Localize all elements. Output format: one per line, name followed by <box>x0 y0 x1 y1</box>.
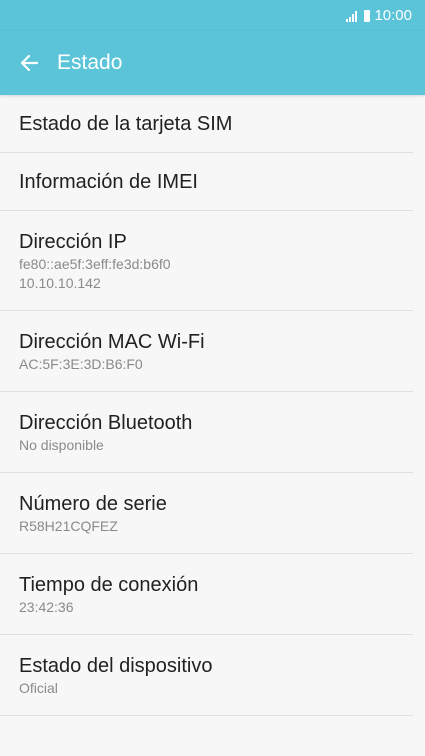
signal-icon <box>346 10 358 22</box>
item-value: fe80::ae5f:3eff:fe3d:b6f0 <box>19 255 171 272</box>
list-item-sim-status[interactable]: Estado de la tarjeta SIM <box>0 95 413 153</box>
item-value: Oficial <box>19 679 58 696</box>
item-value: R58H21CQFEZ <box>19 517 118 534</box>
back-button[interactable] <box>18 52 40 74</box>
item-title: Estado de la tarjeta SIM <box>19 112 233 135</box>
item-value: No disponible <box>19 436 104 453</box>
item-title: Estado del dispositivo <box>19 654 213 677</box>
status-icons <box>346 9 371 22</box>
status-list: Estado de la tarjeta SIM Información de … <box>0 95 425 716</box>
item-title: Dirección IP <box>19 230 127 253</box>
item-value: AC:5F:3E:3D:B6:F0 <box>19 355 143 372</box>
status-time: 10:00 <box>374 7 412 24</box>
list-item-imei-info[interactable]: Información de IMEI <box>0 153 413 211</box>
page-title: Estado <box>57 51 123 74</box>
list-item-device-status[interactable]: Estado del dispositivo Oficial <box>0 635 413 716</box>
list-item-serial-number: Número de serie R58H21CQFEZ <box>0 473 413 554</box>
list-item-bluetooth-address: Dirección Bluetooth No disponible <box>0 392 413 473</box>
list-item-wifi-mac: Dirección MAC Wi-Fi AC:5F:3E:3D:B6:F0 <box>0 311 413 392</box>
item-title: Tiempo de conexión <box>19 573 199 596</box>
item-value: 10.10.10.142 <box>19 274 101 291</box>
app-bar: Estado <box>0 31 425 95</box>
status-bar: 10:00 <box>0 0 425 31</box>
arrow-left-icon <box>20 54 39 72</box>
item-title: Información de IMEI <box>19 170 198 193</box>
list-item-uptime: Tiempo de conexión 23:42:36 <box>0 554 413 635</box>
item-title: Dirección MAC Wi-Fi <box>19 330 205 353</box>
item-title: Dirección Bluetooth <box>19 411 193 434</box>
item-title: Número de serie <box>19 492 167 515</box>
item-value: 23:42:36 <box>19 598 74 615</box>
list-item-ip-address: Dirección IP fe80::ae5f:3eff:fe3d:b6f0 1… <box>0 211 413 311</box>
battery-icon <box>364 9 371 22</box>
